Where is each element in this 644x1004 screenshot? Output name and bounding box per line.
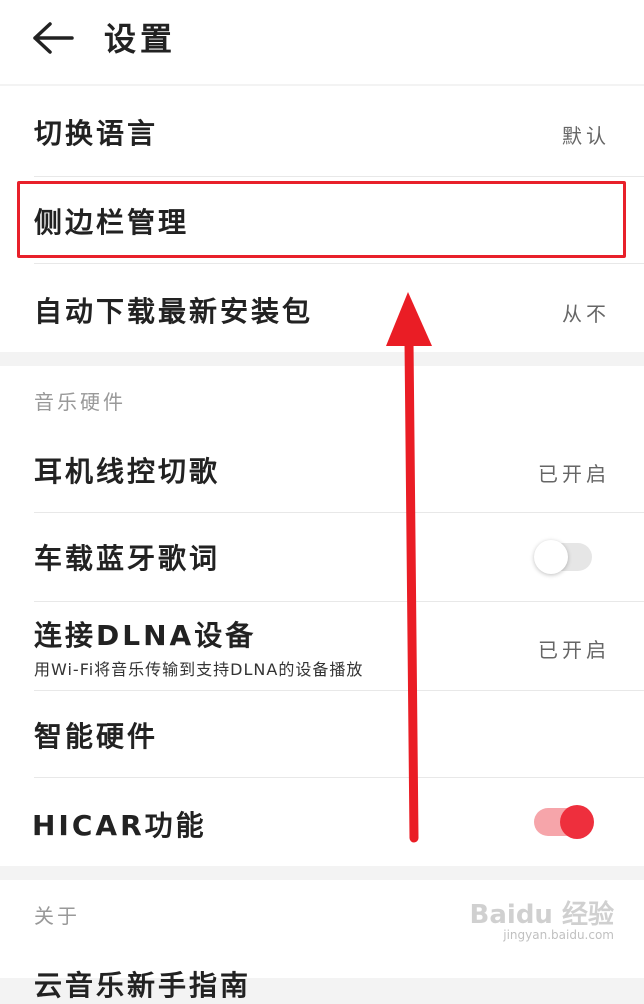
- row-label: 切换语言: [34, 117, 159, 150]
- music-hardware-section: 音乐硬件 耳机线控切歌 已开启 车载蓝牙歌词 连接DLNA设备 用Wi-Fi将音…: [0, 366, 644, 866]
- row-value: 默认: [562, 124, 610, 148]
- row-dlna-device[interactable]: 连接DLNA设备 用Wi-Fi将音乐传输到支持DLNA的设备播放 已开启: [0, 602, 644, 690]
- row-car-bluetooth-lyrics[interactable]: 车载蓝牙歌词: [0, 513, 644, 601]
- row-hicar[interactable]: HICAR功能: [0, 778, 644, 866]
- row-subtitle: 用Wi-Fi将音乐传输到支持DLNA的设备播放: [34, 660, 364, 679]
- section-title: 音乐硬件: [34, 390, 126, 414]
- row-label: 自动下载最新安装包: [34, 295, 314, 328]
- hicar-toggle[interactable]: [534, 805, 594, 839]
- top-bar: 设置: [0, 0, 644, 84]
- page-title: 设置: [104, 20, 177, 58]
- toggle-knob: [534, 540, 568, 574]
- row-smart-hardware[interactable]: 智能硬件: [0, 691, 644, 777]
- toggle-knob: [560, 805, 594, 839]
- row-label: 连接DLNA设备: [34, 619, 257, 652]
- watermark-sub: jingyan.baidu.com: [503, 928, 614, 942]
- car-lyrics-toggle[interactable]: [534, 540, 592, 574]
- back-arrow-icon[interactable]: [30, 18, 76, 58]
- row-label: 车载蓝牙歌词: [34, 542, 221, 575]
- row-switch-language[interactable]: 切换语言 默认: [0, 86, 644, 176]
- row-label: 云音乐新手指南: [34, 969, 252, 1002]
- row-value: 已开启: [538, 638, 610, 662]
- row-value: 从不: [562, 302, 610, 326]
- row-label: 耳机线控切歌: [34, 455, 221, 488]
- highlight-box: [17, 181, 626, 258]
- watermark-main: Baidu 经验: [469, 900, 614, 930]
- row-headset-control[interactable]: 耳机线控切歌 已开启: [0, 426, 644, 512]
- row-auto-download[interactable]: 自动下载最新安装包 从不: [0, 264, 644, 352]
- row-value: 已开启: [538, 462, 610, 486]
- section-title: 关于: [34, 904, 80, 928]
- baidu-watermark: Baidu 经验 jingyan.baidu.com: [470, 894, 614, 954]
- row-label: 智能硬件: [34, 720, 159, 753]
- row-label: HICAR功能: [32, 809, 207, 842]
